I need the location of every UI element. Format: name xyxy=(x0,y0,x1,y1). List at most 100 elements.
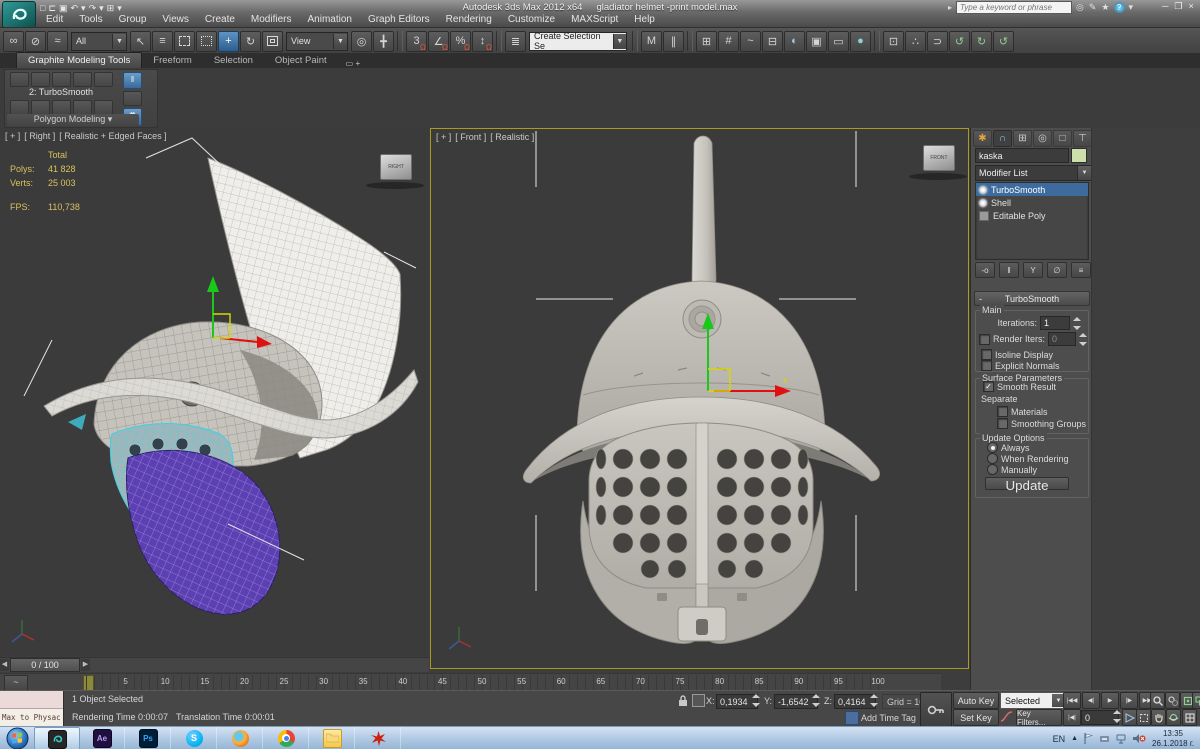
open-file-icon[interactable]: ⊏ xyxy=(48,3,56,13)
minimize-button-icon[interactable]: ─ xyxy=(1162,1,1168,12)
language-indicator[interactable]: EN xyxy=(1053,734,1066,744)
select-by-name-button[interactable]: ≡ xyxy=(152,30,173,52)
render-iters-checkbox[interactable] xyxy=(979,333,990,345)
play-animation-button[interactable]: ▶ xyxy=(1101,692,1119,709)
percent-snap-toggle-button[interactable]: % xyxy=(450,30,471,52)
ribbon-tab-options-icon[interactable]: ▭ + xyxy=(346,59,360,68)
previous-frame-arrow[interactable]: ◀ xyxy=(0,659,9,671)
taskbar-firefox[interactable] xyxy=(218,727,263,749)
manually-radio[interactable] xyxy=(987,464,998,475)
rendered-frame-window-button[interactable]: ▭ xyxy=(828,30,849,52)
favorites-icon[interactable]: ★ xyxy=(1101,2,1109,13)
communication-center-icon[interactable]: ✎ xyxy=(1089,2,1097,13)
undo-dropdown-icon[interactable]: ▾ xyxy=(81,3,86,13)
maximize-viewport-toggle-icon[interactable] xyxy=(1182,709,1197,726)
ribbon-tab-object-paint[interactable]: Object Paint xyxy=(264,53,338,68)
search-expand-icon[interactable]: ▸ xyxy=(948,3,952,12)
viewport-view-label[interactable]: [ Front ] xyxy=(455,132,486,142)
container-explorer-button[interactable]: ⊡ xyxy=(883,30,904,52)
default-tangents-icon[interactable] xyxy=(1000,709,1014,724)
viewport-shading-label[interactable]: [ Realistic + Edged Faces ] xyxy=(59,131,166,141)
materials-checkbox[interactable] xyxy=(997,406,1008,417)
tab-utilities[interactable]: ⊤ xyxy=(1073,130,1092,147)
container-open-button[interactable]: ↺ xyxy=(949,30,970,52)
menu-maxscript[interactable]: MAXScript xyxy=(563,13,626,27)
layer-manager-button[interactable]: ⊞ xyxy=(696,30,717,52)
next-frame-arrow[interactable]: ▶ xyxy=(81,659,90,671)
always-radio[interactable] xyxy=(987,442,998,453)
render-iters-spinner[interactable] xyxy=(1079,332,1088,346)
viewport-right[interactable]: [ + ] [ Right ] [ Realistic + Edged Faces … xyxy=(0,128,429,656)
container-merge-button[interactable]: ↺ xyxy=(993,30,1014,52)
previous-frame-button[interactable]: ◀| xyxy=(1082,692,1100,709)
absolute-offset-toggle-icon[interactable] xyxy=(692,694,705,707)
taskbar-red-app[interactable] xyxy=(356,727,401,749)
tab-display[interactable]: □ xyxy=(1053,130,1072,147)
menu-tools[interactable]: Tools xyxy=(71,13,110,27)
smoothing-groups-checkbox[interactable] xyxy=(997,418,1008,429)
bind-to-space-warp-button[interactable]: ≈ xyxy=(47,30,68,52)
viewport-menu-plus[interactable]: [ + ] xyxy=(436,132,451,142)
ribbon-tab-graphite-modeling-tools[interactable]: Graphite Modeling Tools xyxy=(16,52,143,68)
menu-help[interactable]: Help xyxy=(626,13,663,27)
render-production-button[interactable]: ● xyxy=(850,30,871,52)
pin-ribbon-button[interactable] xyxy=(123,91,142,106)
make-unique-button[interactable]: Y xyxy=(1023,262,1043,278)
restore-button-icon[interactable]: ❐ xyxy=(1174,1,1182,12)
preview-multi-button[interactable] xyxy=(52,100,71,115)
key-filters-button[interactable]: Key Filters... xyxy=(1016,709,1062,727)
start-button[interactable] xyxy=(6,727,29,749)
modifier-list-dropdown[interactable]: Modifier List ▼ xyxy=(975,165,1092,181)
inherit-container-button[interactable]: ∴ xyxy=(905,30,926,52)
taskbar-3dsmax[interactable] xyxy=(34,727,80,749)
search-input[interactable] xyxy=(956,1,1073,14)
menu-modifiers[interactable]: Modifiers xyxy=(243,13,300,27)
border-mode-button[interactable] xyxy=(52,72,71,87)
object-color-swatch[interactable] xyxy=(1071,148,1087,163)
tab-create[interactable]: ✱ xyxy=(973,130,992,147)
set-key-button[interactable]: Set Key xyxy=(953,709,999,726)
configure-modifier-sets-button[interactable]: ≡ xyxy=(1071,262,1091,278)
render-setup-button[interactable]: ▣ xyxy=(806,30,827,52)
viewport-menu-plus[interactable]: [ + ] xyxy=(5,131,20,141)
isoline-display-checkbox[interactable] xyxy=(981,349,992,360)
menu-group[interactable]: Group xyxy=(111,13,155,27)
viewport-shading-label[interactable]: [ Realistic ] xyxy=(490,132,534,142)
next-frame-button[interactable]: |▶ xyxy=(1120,692,1138,709)
auto-key-button[interactable]: Auto Key xyxy=(953,692,999,709)
set-project-folder-icon[interactable]: ⊞ xyxy=(107,3,115,13)
region-zoom-icon[interactable] xyxy=(1136,709,1151,726)
render-iters-field[interactable]: 0 xyxy=(1048,332,1077,346)
angle-snap-toggle-button[interactable]: ∠ xyxy=(428,30,449,52)
add-time-tag[interactable]: Add Time Tag xyxy=(861,713,916,723)
viewport-front-active[interactable]: [ + ] [ Front ] [ Realistic ] FRONT x xyxy=(430,128,969,669)
viewcube[interactable]: FRONT xyxy=(923,145,955,171)
time-slider-handle[interactable]: 0 / 100 xyxy=(10,658,80,672)
show-end-result-button[interactable]: ‖ xyxy=(999,262,1019,278)
when-rendering-radio[interactable] xyxy=(987,453,998,464)
stack-item-editable-poly[interactable]: Editable Poly xyxy=(976,209,1088,222)
menu-animation[interactable]: Animation xyxy=(299,13,359,27)
y-spinner[interactable] xyxy=(812,694,821,707)
select-and-link-button[interactable]: ∞ xyxy=(3,30,24,52)
turbosmooth-rollout-header[interactable]: - TurboSmooth xyxy=(974,291,1090,306)
named-selection-sets-dropdown[interactable]: Create Selection Se ▼ xyxy=(529,31,627,51)
save-file-icon[interactable]: ▣ xyxy=(59,3,68,13)
use-pivot-point-center-button[interactable]: ◎ xyxy=(351,30,372,52)
orbit-icon[interactable] xyxy=(1166,709,1181,726)
menu-graph-editors[interactable]: Graph Editors xyxy=(360,13,438,27)
tab-hierarchy[interactable]: ⊞ xyxy=(1013,130,1032,147)
tab-modify[interactable]: ∩ xyxy=(993,130,1012,147)
preview-off-button[interactable] xyxy=(10,100,29,115)
taskbar-explorer[interactable] xyxy=(310,727,355,749)
taskbar-photoshop[interactable]: Ps xyxy=(126,727,171,749)
graphite-ribbon-toggle-button[interactable]: # xyxy=(718,30,739,52)
select-and-manipulate-button[interactable]: ╋ xyxy=(373,30,394,52)
tray-expand-icon[interactable]: ▲ xyxy=(1071,735,1078,742)
edit-poly-mode-button[interactable] xyxy=(73,100,92,115)
taskbar-after-effects[interactable]: Ae xyxy=(80,727,125,749)
mirror-button[interactable]: M xyxy=(641,30,662,52)
zoom-icon[interactable] xyxy=(1150,692,1165,709)
material-editor-button[interactable]: ◐ xyxy=(784,30,805,52)
object-name-field[interactable] xyxy=(975,148,1069,163)
